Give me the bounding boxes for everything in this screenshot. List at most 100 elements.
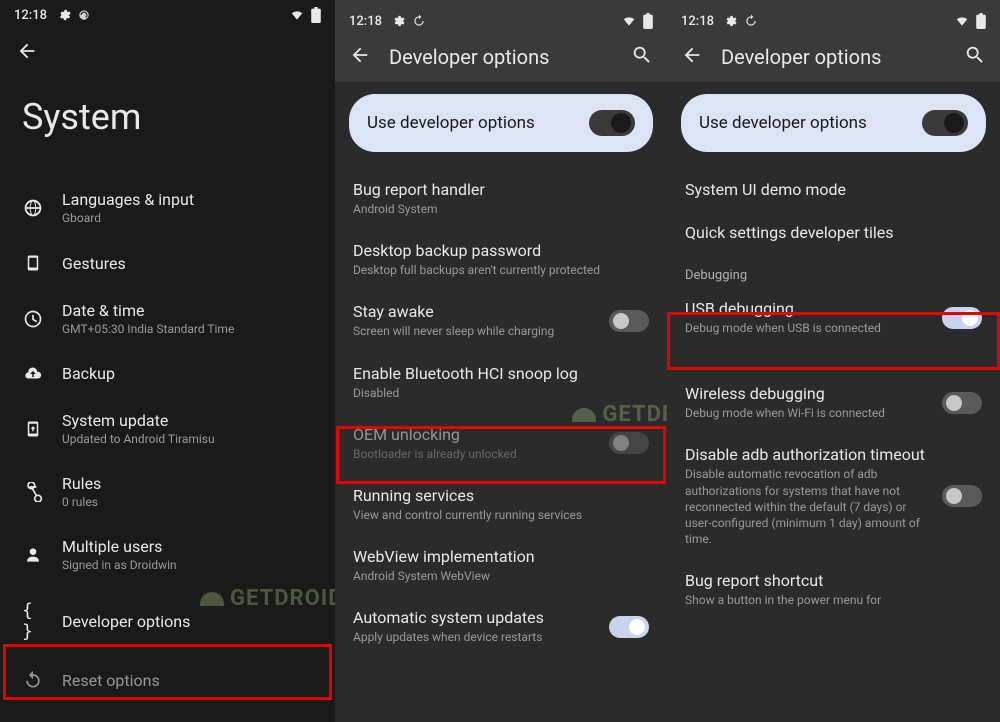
pref-usb-debugging[interactable]: USB debugging Debug mode when USB is con… bbox=[681, 287, 986, 348]
settings-item-developer-options[interactable]: { } Developer options bbox=[0, 586, 335, 656]
master-toggle-card[interactable]: Use developer options bbox=[681, 94, 986, 152]
settings-item-gestures[interactable]: Gestures bbox=[0, 239, 335, 287]
rules-icon bbox=[22, 482, 44, 502]
pref-desktop-backup-password[interactable]: Desktop backup password Desktop full bac… bbox=[349, 229, 653, 290]
settings-item-rules[interactable]: Rules 0 rules bbox=[0, 460, 335, 523]
pref-subtitle: Disabled bbox=[353, 385, 649, 401]
oem-unlocking-switch[interactable] bbox=[609, 432, 649, 454]
pref-webview[interactable]: WebView implementation Android System We… bbox=[349, 535, 653, 596]
pref-oem-unlocking[interactable]: OEM unlocking Bootloader is already unlo… bbox=[349, 413, 653, 474]
auto-updates-switch[interactable] bbox=[609, 616, 649, 638]
refresh-icon bbox=[744, 14, 758, 28]
adb-timeout-switch[interactable] bbox=[942, 485, 982, 507]
phone-icon bbox=[22, 253, 44, 273]
pref-title: System UI demo mode bbox=[685, 180, 982, 199]
pref-bug-report-handler[interactable]: Bug report handler Android System bbox=[349, 168, 653, 229]
pref-title: Stay awake bbox=[353, 302, 597, 321]
screen-developer-options-2: 12:18 Developer options Use developer op… bbox=[667, 0, 1000, 722]
screen-title: Developer options bbox=[389, 45, 613, 69]
master-toggle-switch[interactable] bbox=[589, 110, 635, 136]
master-toggle-card[interactable]: Use developer options bbox=[349, 94, 653, 152]
pref-title: Enable Bluetooth HCI snoop log bbox=[353, 364, 649, 383]
user-icon bbox=[22, 545, 44, 565]
settings-item-reset[interactable]: Reset options bbox=[0, 656, 335, 704]
pref-running-services[interactable]: Running services View and control curren… bbox=[349, 474, 653, 535]
item-title: Backup bbox=[62, 364, 313, 383]
usb-debugging-switch[interactable] bbox=[942, 307, 982, 329]
pref-title: Bug report handler bbox=[353, 180, 649, 199]
pref-title: Quick settings developer tiles bbox=[685, 223, 982, 242]
statusbar: 12:18 bbox=[0, 0, 335, 30]
section-header-debugging: Debugging bbox=[681, 254, 986, 287]
braces-icon: { } bbox=[22, 600, 44, 642]
pref-subtitle: Apply updates when device restarts bbox=[353, 629, 597, 645]
pref-title: Disable adb authorization timeout bbox=[685, 445, 930, 464]
item-title: Gestures bbox=[62, 254, 313, 273]
settings-item-datetime[interactable]: Date & time GMT+05:30 India Standard Tim… bbox=[0, 287, 335, 350]
master-toggle-switch[interactable] bbox=[922, 110, 968, 136]
settings-item-languages[interactable]: Languages & input Gboard bbox=[0, 176, 335, 239]
item-title: Developer options bbox=[62, 612, 313, 631]
pref-subtitle: Show a button in the power menu for bbox=[685, 592, 982, 608]
status-time: 12:18 bbox=[14, 8, 47, 23]
screen-title: Developer options bbox=[721, 45, 946, 69]
refresh-icon bbox=[77, 8, 91, 22]
pref-wireless-debugging[interactable]: Wireless debugging Debug mode when Wi-Fi… bbox=[681, 348, 986, 433]
pref-stay-awake[interactable]: Stay awake Screen will never sleep while… bbox=[349, 290, 653, 351]
wifi-icon bbox=[954, 14, 970, 28]
back-arrow-icon[interactable] bbox=[16, 47, 38, 66]
master-toggle-label: Use developer options bbox=[699, 113, 922, 133]
wifi-icon bbox=[621, 14, 637, 28]
cloud-upload-icon bbox=[22, 365, 44, 383]
gear-icon bbox=[392, 14, 406, 28]
gear-icon bbox=[724, 14, 738, 28]
gear-icon bbox=[57, 8, 71, 22]
search-icon[interactable] bbox=[631, 44, 653, 70]
wifi-icon bbox=[289, 8, 305, 22]
item-subtitle: Updated to Android Tiramisu bbox=[62, 432, 313, 446]
wireless-debugging-switch[interactable] bbox=[942, 392, 982, 414]
battery-icon bbox=[643, 13, 653, 29]
pref-bt-hci-snoop[interactable]: Enable Bluetooth HCI snoop log Disabled bbox=[349, 352, 653, 413]
settings-item-backup[interactable]: Backup bbox=[0, 350, 335, 397]
pref-quick-settings-tiles[interactable]: Quick settings developer tiles bbox=[681, 211, 986, 254]
pref-title: Desktop backup password bbox=[353, 241, 649, 260]
pref-auto-system-updates[interactable]: Automatic system updates Apply updates w… bbox=[349, 596, 653, 657]
pref-bug-report-shortcut[interactable]: Bug report shortcut Show a button in the… bbox=[681, 559, 986, 620]
item-title: Reset options bbox=[62, 671, 313, 690]
pref-subtitle: Android System WebView bbox=[353, 568, 649, 584]
system-update-icon bbox=[22, 419, 44, 439]
back-arrow-icon[interactable] bbox=[681, 44, 703, 70]
item-subtitle: 0 rules bbox=[62, 495, 313, 509]
globe-icon bbox=[22, 198, 44, 218]
stay-awake-switch[interactable] bbox=[609, 310, 649, 332]
pref-title: USB debugging bbox=[685, 299, 930, 318]
item-title: System update bbox=[62, 411, 313, 430]
pref-subtitle: Disable automatic revocation of adb auth… bbox=[685, 466, 930, 547]
pref-system-ui-demo[interactable]: System UI demo mode bbox=[681, 168, 986, 211]
pref-subtitle: Screen will never sleep while charging bbox=[353, 323, 597, 339]
statusbar: 12:18 bbox=[667, 6, 1000, 36]
pref-subtitle: View and control currently running servi… bbox=[353, 507, 649, 523]
reset-icon bbox=[22, 670, 44, 690]
pref-title: OEM unlocking bbox=[353, 425, 597, 444]
back-arrow-icon[interactable] bbox=[349, 44, 371, 70]
settings-item-system-update[interactable]: System update Updated to Android Tiramis… bbox=[0, 397, 335, 460]
item-title: Date & time bbox=[62, 301, 313, 320]
item-title: Rules bbox=[62, 474, 313, 493]
pref-title: Bug report shortcut bbox=[685, 571, 982, 590]
item-subtitle: GMT+05:30 India Standard Time bbox=[62, 322, 313, 336]
item-title: Languages & input bbox=[62, 190, 313, 209]
pref-disable-adb-timeout[interactable]: Disable adb authorization timeout Disabl… bbox=[681, 433, 986, 559]
search-icon[interactable] bbox=[964, 44, 986, 70]
page-title: System bbox=[0, 66, 335, 176]
battery-icon bbox=[976, 13, 986, 29]
settings-item-multiple-users[interactable]: Multiple users Signed in as Droidwin bbox=[0, 523, 335, 586]
pref-subtitle: Debug mode when Wi-Fi is connected bbox=[685, 405, 930, 421]
pref-subtitle: Desktop full backups aren't currently pr… bbox=[353, 262, 649, 278]
item-title: Multiple users bbox=[62, 537, 313, 556]
status-time: 12:18 bbox=[349, 14, 382, 29]
screen-developer-options-1: 12:18 Developer options Use developer op… bbox=[335, 0, 667, 722]
pref-subtitle: Debug mode when USB is connected bbox=[685, 320, 930, 336]
pref-title: Automatic system updates bbox=[353, 608, 597, 627]
